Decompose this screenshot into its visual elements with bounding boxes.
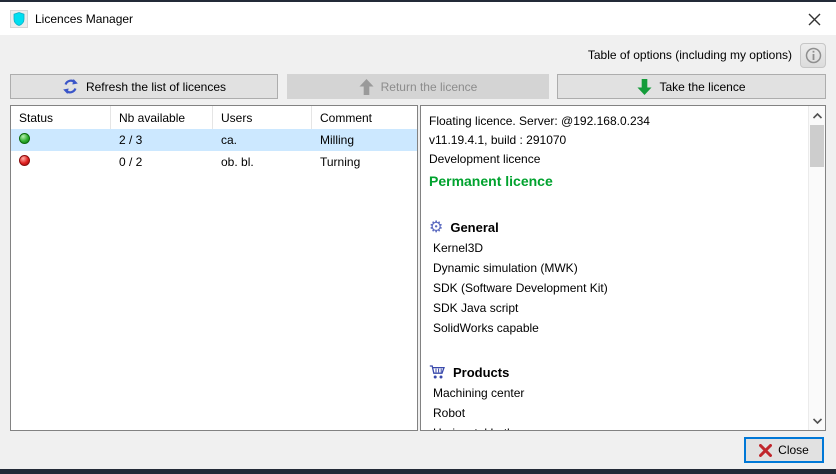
column-header-nb-available[interactable]: Nb available <box>111 106 213 129</box>
list-item: SDK (Software Development Kit) <box>429 278 808 298</box>
take-licence-button[interactable]: Take the licence <box>557 74 826 99</box>
licence-type-line: Development licence <box>429 150 808 169</box>
list-item: Horizontal Lathe <box>429 423 808 431</box>
return-button-label: Return the licence <box>381 80 478 94</box>
options-label: Table of options (including my options) <box>588 48 792 62</box>
chevron-up-icon <box>813 113 822 119</box>
shield-icon <box>13 12 25 26</box>
list-item: SDK Java script <box>429 298 808 318</box>
list-item: Robot <box>429 403 808 423</box>
licence-details-content: Floating licence. Server: @192.168.0.234… <box>421 106 808 430</box>
window-close-button[interactable] <box>800 6 828 32</box>
table-row[interactable]: 2 / 3 ca. Milling <box>11 129 417 151</box>
chevron-down-icon <box>813 418 822 424</box>
comment-cell: Milling <box>312 133 417 147</box>
scroll-up-button[interactable] <box>809 107 825 124</box>
down-arrow-icon <box>637 79 652 95</box>
section-products-header: Products <box>429 362 808 383</box>
permanent-licence-line: Permanent licence <box>429 169 808 193</box>
close-icon <box>808 13 821 26</box>
window-title: Licences Manager <box>35 12 133 26</box>
scroll-down-button[interactable] <box>809 412 825 429</box>
section-products-items: Machining center Robot Horizontal Lathe … <box>429 383 808 431</box>
licences-table: Status Nb available Users Comment 2 / 3 … <box>10 105 418 431</box>
server-line: Floating licence. Server: @192.168.0.234 <box>429 112 808 131</box>
list-item: Kernel3D <box>429 238 808 258</box>
title-bar: Licences Manager <box>0 2 836 35</box>
refresh-icon <box>62 78 79 95</box>
section-general-title: General <box>450 217 498 238</box>
section-general-items: Kernel3D Dynamic simulation (MWK) SDK (S… <box>429 238 808 338</box>
column-header-status[interactable]: Status <box>11 106 111 129</box>
table-row[interactable]: 0 / 2 ob. bl. Turning <box>11 151 417 173</box>
status-red-icon <box>19 155 30 166</box>
close-x-red-icon <box>759 444 772 457</box>
users-cell: ca. <box>213 133 312 147</box>
info-button[interactable] <box>800 43 826 68</box>
comment-cell: Turning <box>312 155 417 169</box>
status-green-icon <box>19 133 30 144</box>
nb-available-cell: 2 / 3 <box>111 133 213 147</box>
refresh-licences-button[interactable]: Refresh the list of licences <box>10 74 278 99</box>
up-arrow-icon <box>359 79 374 95</box>
list-item: SolidWorks capable <box>429 318 808 338</box>
column-header-users[interactable]: Users <box>213 106 312 129</box>
scrollbar-thumb[interactable] <box>810 125 824 167</box>
info-icon <box>805 47 822 64</box>
take-button-label: Take the licence <box>659 80 745 94</box>
section-products-title: Products <box>453 362 509 383</box>
details-scrollbar[interactable] <box>808 106 825 430</box>
section-general: ⚙ General Kernel3D Dynamic simulation (M… <box>429 217 808 338</box>
close-button[interactable]: Close <box>744 437 824 463</box>
gear-icon: ⚙ <box>429 220 443 236</box>
table-header: Status Nb available Users Comment <box>11 106 417 129</box>
cart-icon <box>429 365 446 380</box>
app-icon <box>10 10 28 28</box>
version-line: v11.19.4.1, build : 291070 <box>429 131 808 150</box>
options-bar: Table of options (including my options) <box>0 41 836 69</box>
nb-available-cell: 0 / 2 <box>111 155 213 169</box>
section-general-header: ⚙ General <box>429 217 808 238</box>
refresh-button-label: Refresh the list of licences <box>86 80 226 94</box>
column-header-comment[interactable]: Comment <box>312 106 417 129</box>
close-button-label: Close <box>778 443 809 457</box>
background-window-bottom-edge <box>0 469 836 474</box>
users-cell: ob. bl. <box>213 155 312 169</box>
licence-details-panel: Floating licence. Server: @192.168.0.234… <box>420 105 826 431</box>
list-item: Dynamic simulation (MWK) <box>429 258 808 278</box>
status-cell <box>11 133 111 147</box>
list-item: Machining center <box>429 383 808 403</box>
status-cell <box>11 155 111 169</box>
return-licence-button[interactable]: Return the licence <box>287 74 549 99</box>
section-products: Products Machining center Robot Horizont… <box>429 362 808 431</box>
